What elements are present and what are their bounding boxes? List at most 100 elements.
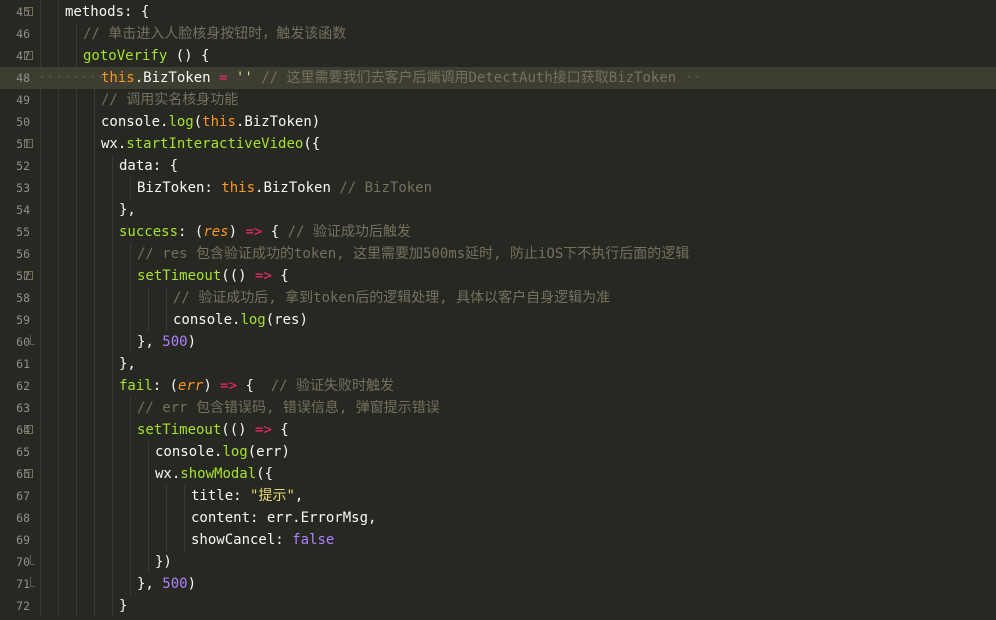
code-text: // res 包含验证成功的token, 这里需要加500ms延时, 防止iOS… — [137, 243, 689, 265]
indent-guide — [76, 397, 77, 419]
indent-guide — [148, 507, 149, 529]
line-number: 58 — [16, 291, 30, 305]
code-text: // 调用实名核身功能 — [101, 89, 238, 111]
indent-guide — [94, 353, 95, 375]
code-line[interactable]: 59 console.log(res) — [0, 309, 996, 331]
code-token: (err) — [247, 444, 290, 460]
fold-toggle-icon[interactable]: − — [24, 7, 33, 16]
code-line[interactable]: 67 title: "提示", — [0, 485, 996, 507]
fold-toggle-icon[interactable]: − — [24, 271, 33, 280]
code-token: this — [202, 114, 236, 130]
code-token: gotoVerify — [83, 48, 168, 64]
indent-guide — [166, 309, 167, 331]
code-line[interactable]: 45− methods: { — [0, 1, 996, 23]
code-token: log — [222, 444, 248, 460]
code-line[interactable]: 68 content: err.ErrorMsg, — [0, 507, 996, 529]
indent-guide — [58, 419, 59, 441]
code-line[interactable]: 61}, — [0, 353, 996, 375]
code-token: { — [271, 422, 289, 438]
indent-guide — [130, 309, 131, 331]
code-line[interactable]: 46 // 单击进入人脸核身按钮时，触发该函数 — [0, 23, 996, 45]
indent-guide — [130, 551, 131, 573]
code-token: ({ — [256, 466, 274, 482]
indent-guide — [76, 331, 77, 353]
code-line[interactable]: 72} — [0, 595, 996, 617]
code-text: setTimeout(() => { — [137, 419, 289, 441]
code-line[interactable]: 51− wx.startInteractiveVideo({ — [0, 133, 996, 155]
indent-guide — [40, 375, 41, 397]
code-line[interactable]: 49 // 调用实名核身功能 — [0, 89, 996, 111]
code-text: this.BizToken = '' // 这里需要我们去客户后端调用Detec… — [101, 67, 702, 89]
code-text: console.log(res) — [173, 309, 308, 331]
code-token: data: { — [119, 158, 179, 174]
code-line[interactable]: 71}, 500) — [0, 573, 996, 595]
code-line[interactable]: 50 console.log(this.BizToken) — [0, 111, 996, 133]
indent-guide — [58, 551, 59, 573]
fold-toggle-icon[interactable]: − — [24, 469, 33, 478]
indent-guide — [112, 419, 113, 441]
indent-guide — [58, 133, 59, 155]
code-line[interactable]: 58 // 验证成功后, 拿到token后的逻辑处理, 具体以客户自身逻辑为准 — [0, 287, 996, 309]
code-line[interactable]: 55 success: (res) => { // 验证成功后触发 — [0, 221, 996, 243]
code-token: ( — [193, 114, 203, 130]
code-line[interactable]: 65 console.log(err) — [0, 441, 996, 463]
fold-toggle-icon[interactable]: − — [24, 51, 33, 60]
code-editor[interactable]: 45− methods: {46// 单击进入人脸核身按钮时，触发该函数 47− go… — [0, 0, 996, 620]
code-token: : ( — [178, 224, 204, 240]
indent-guide — [58, 221, 59, 243]
code-line[interactable]: 48 ········ this.BizToken = '' // 这里需要我们去客… — [0, 67, 996, 89]
indent-guide — [40, 485, 41, 507]
code-token: // 单击进入人脸核身按钮时，触发该函数 — [83, 26, 347, 42]
code-token: .BizToken — [255, 180, 340, 196]
indent-guide — [148, 287, 149, 309]
code-line[interactable]: 69 showCancel: false — [0, 529, 996, 551]
code-line[interactable]: 62 fail: (err) => { // 验证失败时触发 — [0, 375, 996, 397]
indent-guide — [40, 353, 41, 375]
indent-guide — [40, 441, 41, 463]
indent-guide — [94, 265, 95, 287]
code-token: // 验证成功后, 拿到token后的逻辑处理, 具体以客户自身逻辑为准 — [173, 290, 611, 306]
code-text: title: "提示", — [191, 485, 303, 507]
fold-toggle-icon[interactable]: − — [24, 139, 33, 148]
line-number: 65 — [16, 445, 30, 459]
indent-guide — [130, 529, 131, 551]
indent-guide — [94, 595, 95, 617]
code-token: }, — [119, 202, 136, 218]
indent-guide — [58, 353, 59, 375]
code-token: startInteractiveVideo — [126, 136, 304, 152]
code-text: data: { — [119, 155, 178, 177]
code-line[interactable]: 54}, — [0, 199, 996, 221]
fold-toggle-icon[interactable]: − — [24, 425, 33, 434]
indent-guide — [58, 265, 59, 287]
code-token: wx. — [101, 136, 127, 152]
code-line[interactable]: 60}, 500) — [0, 331, 996, 353]
code-line[interactable]: 63 // err 包含错误码, 错误信息, 弹窗提示错误 — [0, 397, 996, 419]
code-line[interactable]: 52 data: { — [0, 155, 996, 177]
code-token: showCancel: — [191, 532, 293, 548]
code-line[interactable]: 56 // res 包含验证成功的token, 这里需要加500ms延时, 防止i… — [0, 243, 996, 265]
indent-guide — [112, 309, 113, 331]
code-token: ) — [187, 334, 197, 350]
code-text: }, 500) — [137, 331, 196, 353]
indent-guide — [112, 507, 113, 529]
line-number: 63 — [16, 401, 30, 415]
code-token: // 验证成功后触发 — [287, 224, 411, 240]
code-line[interactable]: 66− wx.showModal({ — [0, 463, 996, 485]
code-line[interactable]: 57− setTimeout(() => { — [0, 265, 996, 287]
indent-guide — [58, 309, 59, 331]
line-number: 55 — [16, 225, 30, 239]
indent-guide — [40, 551, 41, 573]
indent-guide — [76, 529, 77, 551]
code-token: fail — [119, 378, 153, 394]
fold-end-icon — [30, 577, 35, 587]
code-line[interactable]: 53 BizToken: this.BizToken // BizToken — [0, 177, 996, 199]
code-line[interactable]: 70}) — [0, 551, 996, 573]
code-text: setTimeout(() => { — [137, 265, 289, 287]
code-line[interactable]: 47− gotoVerify () { — [0, 45, 996, 67]
indent-guide — [94, 287, 95, 309]
indent-guide — [76, 243, 77, 265]
indent-guide — [40, 463, 41, 485]
code-token: (() — [221, 422, 256, 438]
code-line[interactable]: 64− setTimeout(() => { — [0, 419, 996, 441]
indent-guide — [130, 177, 131, 199]
